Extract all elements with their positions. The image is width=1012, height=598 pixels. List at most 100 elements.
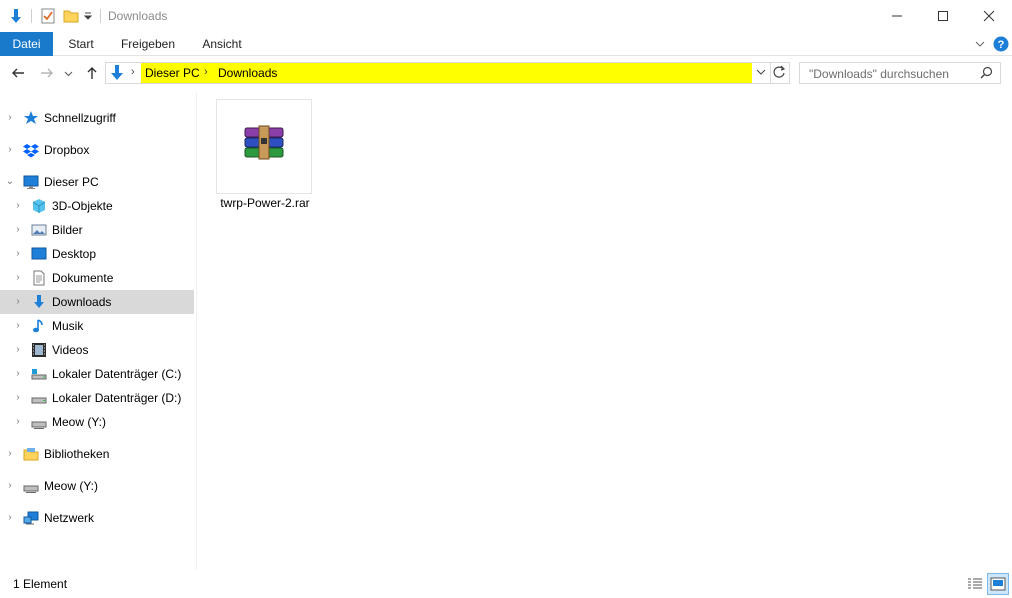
nav-label: Desktop [52, 247, 97, 261]
forward-button[interactable] [37, 63, 57, 83]
chevron-right-icon[interactable]: › [5, 144, 15, 156]
search-input[interactable]: "Downloads" durchsuchen [799, 62, 1001, 84]
nav-item-documents[interactable]: › Dokumente [0, 266, 194, 290]
nav-label: Dropbox [44, 143, 90, 157]
system-drive-icon [31, 366, 47, 382]
tab-share[interactable]: Freigeben [114, 32, 182, 56]
large-icons-view-icon[interactable] [987, 573, 1009, 595]
separator [100, 9, 101, 23]
window-title: Downloads [108, 9, 168, 23]
breadcrumb-downloads[interactable]: Downloads [218, 66, 277, 80]
nav-item-quick-access[interactable]: › Schnellzugriff [0, 106, 194, 130]
libraries-icon [23, 446, 39, 462]
nav-label: Meow (Y:) [52, 415, 107, 429]
up-button[interactable] [82, 63, 102, 83]
maximize-button[interactable] [920, 0, 966, 32]
down-arrow-icon[interactable] [6, 6, 26, 26]
nav-label: Musik [52, 319, 84, 333]
chevron-right-icon[interactable]: › [13, 344, 23, 356]
chevron-right-icon[interactable]: › [13, 320, 23, 332]
chevron-right-icon[interactable]: › [5, 512, 15, 524]
minimize-button[interactable] [874, 0, 920, 32]
tab-view[interactable]: Ansicht [195, 32, 249, 56]
nav-item-dropbox[interactable]: › Dropbox [0, 138, 194, 162]
desktop-icon [31, 246, 47, 262]
nav-item-libraries[interactable]: › Bibliotheken [0, 442, 194, 466]
nav-item-downloads[interactable]: › Downloads [0, 290, 194, 314]
videos-icon [31, 342, 47, 358]
nav-item-3d-objects[interactable]: › 3D-Objekte [0, 194, 194, 218]
nav-label: Meow (Y:) [44, 479, 99, 493]
file-item[interactable] [216, 99, 312, 194]
pane-divider [196, 92, 197, 570]
network-drive-icon [23, 478, 39, 494]
nav-item-this-pc[interactable]: ⌄ Dieser PC [0, 170, 194, 194]
chevron-down-icon[interactable]: ⌄ [5, 176, 15, 188]
nav-item-videos[interactable]: › Videos [0, 338, 194, 362]
chevron-right-icon[interactable]: › [13, 224, 23, 236]
navigation-pane: › Schnellzugriff › Dropbox ⌄ Dieser PC ›… [0, 100, 196, 570]
downloads-icon [31, 294, 47, 310]
separator [770, 62, 771, 84]
details-view-icon[interactable] [964, 573, 986, 595]
nav-item-drive-c[interactable]: › Lokaler Datenträger (C:) [0, 362, 194, 386]
chevron-right-icon[interactable]: › [13, 248, 23, 260]
customize-dropdown-icon[interactable] [82, 6, 94, 26]
nav-item-music[interactable]: › Musik [0, 314, 194, 338]
chevron-right-icon[interactable]: › [13, 296, 23, 308]
file-name: twrp-Power-2.rar [220, 196, 310, 210]
nav-label: Dokumente [52, 271, 114, 285]
address-dropdown-icon[interactable] [755, 66, 769, 80]
nav-item-meow-drive-root[interactable]: › Meow (Y:) [0, 474, 194, 498]
nav-label: 3D-Objekte [52, 199, 113, 213]
chevron-right-icon[interactable]: › [5, 480, 15, 492]
chevron-right-icon[interactable]: › [13, 200, 23, 212]
network-drive-icon [31, 414, 47, 430]
network-icon [23, 510, 39, 526]
refresh-icon[interactable] [772, 65, 788, 81]
close-button[interactable] [966, 0, 1012, 32]
star-icon [23, 110, 39, 126]
nav-label: Videos [52, 343, 89, 357]
chevron-right-icon[interactable]: › [5, 448, 15, 460]
expand-ribbon-icon[interactable] [972, 36, 988, 52]
chevron-right-icon[interactable]: › [13, 392, 23, 404]
nav-item-network[interactable]: › Netzwerk [0, 506, 194, 530]
new-folder-icon[interactable] [61, 6, 81, 26]
dropbox-icon [23, 142, 39, 158]
documents-icon [31, 270, 47, 286]
nav-item-drive-d[interactable]: › Lokaler Datenträger (D:) [0, 386, 194, 410]
nav-label: Bibliotheken [44, 447, 110, 461]
ribbon-tabs: Datei Start Freigeben Ansicht ? [0, 32, 1012, 56]
recent-locations-button[interactable] [61, 63, 75, 83]
nav-label: Lokaler Datenträger (D:) [52, 391, 182, 405]
search-icon[interactable] [980, 66, 994, 80]
title-bar: Downloads [0, 0, 1012, 32]
nav-label: Dieser PC [44, 175, 99, 189]
properties-icon[interactable] [38, 6, 58, 26]
item-count: 1 Element [13, 577, 68, 591]
nav-label: Netzwerk [44, 511, 95, 525]
drive-icon [31, 390, 47, 406]
separator [31, 9, 32, 23]
pictures-icon [31, 222, 47, 238]
nav-label: Lokaler Datenträger (C:) [52, 367, 182, 381]
nav-label: Downloads [52, 295, 112, 309]
chevron-right-icon[interactable]: › [13, 272, 23, 284]
cube-icon [31, 198, 47, 214]
tab-file[interactable]: Datei [0, 32, 53, 56]
nav-item-meow-drive[interactable]: › Meow (Y:) [0, 410, 194, 434]
breadcrumb-separator: › [131, 66, 135, 78]
status-bar: 1 Element [0, 570, 1012, 598]
computer-icon [23, 174, 39, 190]
tab-start[interactable]: Start [60, 32, 102, 56]
help-icon[interactable]: ? [993, 36, 1009, 52]
nav-item-desktop[interactable]: › Desktop [0, 242, 194, 266]
chevron-right-icon[interactable]: › [13, 416, 23, 428]
breadcrumb-this-pc[interactable]: Dieser PC [145, 66, 200, 80]
chevron-right-icon[interactable]: › [13, 368, 23, 380]
search-placeholder: "Downloads" durchsuchen [809, 67, 949, 81]
chevron-right-icon[interactable]: › [5, 112, 15, 124]
back-button[interactable] [8, 63, 28, 83]
nav-item-pictures[interactable]: › Bilder [0, 218, 194, 242]
